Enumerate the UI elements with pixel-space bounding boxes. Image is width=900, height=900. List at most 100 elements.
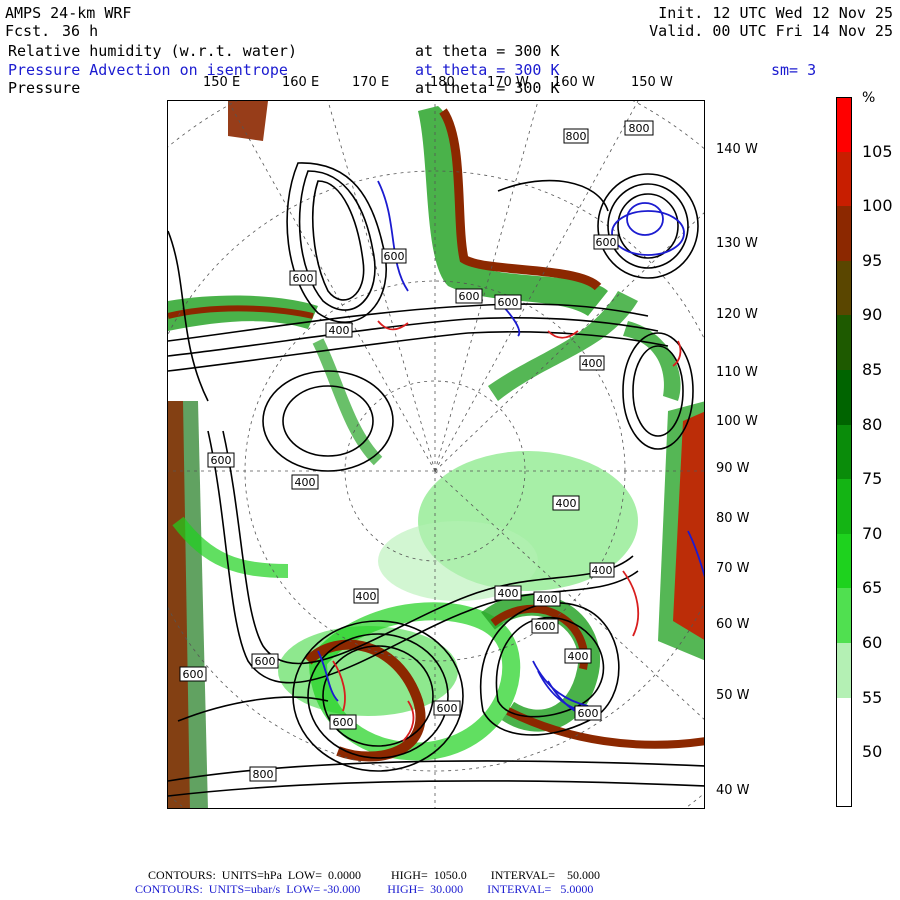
- contour-label: 400: [353, 588, 379, 604]
- contour-label: 600: [381, 248, 407, 264]
- svg-text:600: 600: [498, 296, 519, 309]
- colorbar-segment: [836, 588, 852, 644]
- footer-contours-advection: CONTOURS: UNITS=ubar/s LOW= -30.000 HIGH…: [135, 882, 594, 896]
- lat-label: 140 W: [716, 142, 758, 157]
- contour-label: 400: [589, 562, 615, 578]
- model-title: AMPS 24-km WRF: [5, 4, 132, 22]
- contour-label: 400: [533, 591, 561, 607]
- lon-label: 170 W: [487, 75, 529, 90]
- lat-label: 60 W: [716, 617, 750, 632]
- svg-text:600: 600: [535, 620, 556, 633]
- map-panel: 800 800 600 600 600 600 400 600 400 600 …: [167, 100, 705, 809]
- contour-label: 600: [593, 234, 619, 250]
- svg-text:400: 400: [592, 564, 613, 577]
- colorbar-segment: [836, 533, 852, 589]
- contour-label: 600: [433, 700, 461, 716]
- contour-label: 600: [329, 714, 357, 730]
- contour-label: 600: [574, 705, 602, 721]
- contour-label: 400: [579, 355, 605, 371]
- svg-text:800: 800: [253, 768, 274, 781]
- svg-text:600: 600: [211, 454, 232, 467]
- svg-text:600: 600: [578, 707, 599, 720]
- colorbar-level-label: 70: [862, 523, 883, 543]
- lat-label: 80 W: [716, 511, 750, 526]
- colorbar-unit: %: [862, 90, 876, 106]
- contour-label: 400: [494, 585, 522, 601]
- colorbar-level-label: 95: [862, 250, 883, 270]
- svg-text:600: 600: [437, 702, 458, 715]
- contour-label: 600: [494, 294, 522, 310]
- svg-text:600: 600: [255, 655, 276, 668]
- contour-label: 600: [207, 452, 235, 468]
- colorbar-level-label: 75: [862, 469, 883, 489]
- field3-title: Pressure: [8, 79, 81, 97]
- colorbar-segment: [836, 370, 852, 426]
- init-time: Init. 12 UTC Wed 12 Nov 25: [658, 4, 893, 22]
- colorbar-segment: [836, 260, 852, 316]
- valid-time: Valid. 00 UTC Fri 14 Nov 25: [649, 22, 893, 40]
- lat-label: 40 W: [716, 783, 750, 798]
- contour-label: 400: [552, 495, 580, 511]
- svg-text:600: 600: [183, 668, 204, 681]
- colorbar-level-label: 80: [862, 414, 883, 434]
- lon-label: 160 E: [282, 75, 320, 90]
- lat-label: 110 W: [716, 365, 758, 380]
- colorbar-segment: [836, 206, 852, 262]
- lat-label: 100 W: [716, 414, 758, 429]
- colorbar-level-label: 65: [862, 578, 883, 598]
- contour-label: 400: [564, 648, 592, 664]
- colorbar-level-label: 90: [862, 305, 883, 325]
- contour-label: 400: [325, 322, 353, 338]
- svg-text:400: 400: [356, 590, 377, 603]
- contour-label: 800: [249, 766, 277, 782]
- lat-label: 90 W: [716, 461, 750, 476]
- contour-label: 600: [289, 270, 317, 286]
- lat-label: 50 W: [716, 688, 750, 703]
- svg-text:400: 400: [556, 497, 577, 510]
- svg-text:800: 800: [629, 122, 650, 135]
- colorbar-level-label: 105: [862, 141, 893, 161]
- smoothing: sm= 3: [771, 61, 817, 79]
- svg-text:800: 800: [566, 130, 587, 143]
- field1-level: at theta = 300 K: [415, 42, 560, 60]
- colorbar-level-label: 55: [862, 687, 883, 707]
- lon-label: 150 E: [203, 75, 241, 90]
- colorbar-segment: [836, 315, 852, 371]
- svg-text:400: 400: [295, 476, 316, 489]
- lon-label: 170 E: [352, 75, 390, 90]
- field1-title: Relative humidity (w.r.t. water): [8, 42, 297, 60]
- colorbar-level-label: 85: [862, 360, 883, 379]
- footer-contours-pressure: CONTOURS: UNITS=hPa LOW= 0.0000 HIGH= 10…: [148, 868, 600, 882]
- colorbar-segment: [836, 697, 852, 753]
- svg-text:400: 400: [582, 357, 603, 370]
- colorbar-segment: [836, 151, 852, 207]
- colorbar-level-label: 100: [862, 196, 893, 216]
- lon-label: 150 W: [631, 75, 673, 90]
- svg-text:400: 400: [537, 593, 558, 606]
- colorbar-segment: [836, 752, 852, 808]
- forecast-label: Fcst.: [5, 22, 51, 40]
- svg-text:600: 600: [384, 250, 405, 263]
- svg-text:600: 600: [596, 236, 617, 249]
- colorbar-level-label: 50: [862, 742, 883, 762]
- contour-label: 600: [179, 666, 207, 682]
- contour-label: 400: [291, 474, 319, 490]
- colorbar-level-label: 60: [862, 633, 883, 652]
- map-canvas: 800 800 600 600 600 600 400 600 400 600 …: [168, 101, 704, 808]
- colorbar-segment: [836, 424, 852, 480]
- svg-text:400: 400: [498, 587, 519, 600]
- lat-label: 130 W: [716, 236, 758, 251]
- colorbar-segment: [836, 479, 852, 535]
- svg-text:600: 600: [459, 290, 480, 303]
- contour-label: 600: [531, 618, 559, 634]
- lat-label: 120 W: [716, 307, 758, 322]
- colorbar-segment: [836, 97, 852, 153]
- svg-text:600: 600: [293, 272, 314, 285]
- svg-text:400: 400: [329, 324, 350, 337]
- lon-label: 180: [430, 75, 455, 90]
- forecast-hours: 36 h: [62, 22, 99, 40]
- contour-label: 600: [251, 653, 279, 669]
- field2-title: Pressure Advection on isentrope: [8, 61, 288, 79]
- colorbar-segment: [836, 643, 852, 699]
- svg-text:600: 600: [333, 716, 354, 729]
